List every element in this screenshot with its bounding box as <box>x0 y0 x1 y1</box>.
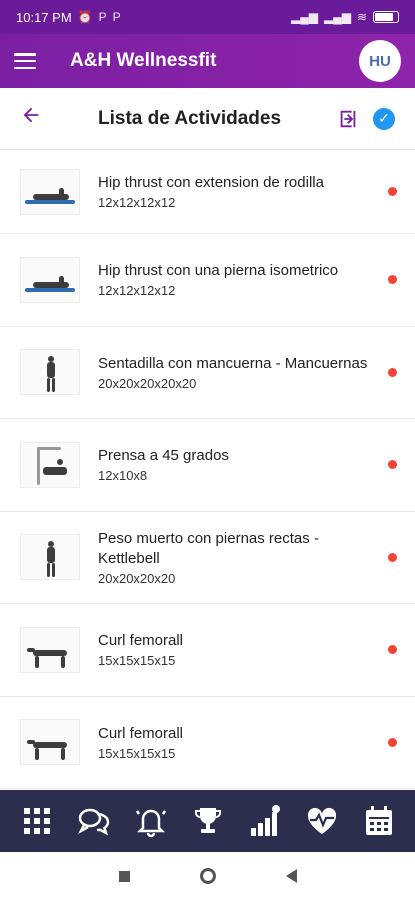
activity-reps: 20x20x20x20 <box>98 570 176 586</box>
calendar-icon[interactable] <box>359 801 399 841</box>
activity-name: Curl femorall <box>98 724 184 742</box>
figure-shape <box>57 458 63 465</box>
chat-icon[interactable] <box>74 801 114 841</box>
battery-level <box>375 13 393 21</box>
activity-name: Sentadilla con mancuerna - Mancuernas <box>98 354 368 372</box>
signal-icon: ▂▄▆ <box>291 10 318 24</box>
mat-shape <box>25 199 75 204</box>
figure-shape <box>61 655 65 668</box>
activity-text: Curl femorall 15x15x15x15 <box>98 631 395 668</box>
mat-shape <box>25 287 75 292</box>
activity-row[interactable]: Peso muerto con piernas rectas - Kettleb… <box>0 512 415 604</box>
activity-row[interactable]: Curl femorall 15x15x15x15 <box>0 604 415 697</box>
status-dot <box>388 367 397 377</box>
parking-icon: P <box>112 10 121 24</box>
activity-row[interactable]: Prensa a 45 grados 12x10x8 <box>0 419 415 512</box>
exit-icon[interactable] <box>337 108 359 130</box>
activity-name: Curl femorall <box>98 632 184 650</box>
bell-icon[interactable] <box>131 801 171 841</box>
trophy-icon[interactable] <box>188 801 228 841</box>
figure-shape <box>37 446 40 485</box>
figure-shape <box>43 466 67 475</box>
figure-shape <box>27 740 35 745</box>
activity-reps: 12x12x12x12 <box>98 283 176 299</box>
activity-name: Hip thrust con una pierna isometrico <box>98 262 339 280</box>
figure-shape <box>33 649 67 656</box>
back-arrow-icon[interactable] <box>20 104 44 133</box>
signal-icon: ▂▄▆ <box>323 10 351 24</box>
activity-list: Hip thrust con extension de rodilla 12x12… <box>0 150 415 790</box>
activity-row[interactable]: Hip thrust con extension de rodilla 12x12… <box>0 150 415 234</box>
figure-shape <box>47 362 55 379</box>
status-dot <box>388 552 397 562</box>
back-icon[interactable] <box>285 869 297 883</box>
menu-icon[interactable] <box>14 53 36 69</box>
exercise-thumbnail <box>20 626 80 673</box>
figure-shape <box>37 446 61 450</box>
battery-icon <box>373 11 399 23</box>
status-dot <box>388 645 397 655</box>
parking-icon: P <box>98 10 107 24</box>
activity-text: Hip thrust con extension de rodilla 12x12… <box>98 173 395 210</box>
activity-reps: 15x15x15x15 <box>98 653 176 669</box>
figure-shape <box>52 378 55 393</box>
activity-reps: 15x15x15x15 <box>98 745 176 761</box>
activity-text: Sentadilla con mancuerna - Mancuernas 20x… <box>98 354 395 391</box>
alarm-icon: ⏰ <box>77 10 93 24</box>
activity-text: Peso muerto con piernas rectas - Kettleb… <box>98 529 395 586</box>
grid-icon[interactable] <box>17 801 57 841</box>
exercise-thumbnail <box>20 168 80 215</box>
app-bar: A&H Wellnessfit HU <box>0 34 415 88</box>
figure-shape <box>35 655 39 668</box>
heart-rate-icon[interactable] <box>302 801 342 841</box>
check-circle-icon[interactable]: ✓ <box>373 107 395 130</box>
activity-reps: 20x20x20x20x20 <box>98 375 197 391</box>
exercise-thumbnail <box>20 534 80 581</box>
app-title: A&H Wellnessfit <box>70 50 217 71</box>
activity-row[interactable]: Curl femorall 15x15x15x15 <box>0 697 415 789</box>
system-nav-bar <box>0 852 415 900</box>
exercise-thumbnail <box>20 349 80 396</box>
figure-shape <box>59 187 64 198</box>
figure-shape <box>52 563 55 578</box>
figure-shape <box>27 647 35 652</box>
figure-shape <box>35 748 39 761</box>
status-dot <box>388 187 397 196</box>
figure-shape <box>47 547 55 564</box>
recents-icon[interactable] <box>118 870 130 882</box>
activity-reps: 12x12x12x12 <box>98 195 176 210</box>
activity-row[interactable]: Hip thrust con una pierna isometrico 12x1… <box>0 234 415 327</box>
figure-shape <box>47 378 50 393</box>
status-bar: 10:17 PM ⏰ P P ▂▄▆ ▂▄▆ ≋ <box>0 0 415 34</box>
activity-name: Peso muerto con piernas rectas - Kettleb… <box>98 529 319 567</box>
status-dot <box>388 275 397 285</box>
status-time: 10:17 PM <box>16 9 72 25</box>
status-dot <box>388 460 397 470</box>
exercise-thumbnail <box>20 719 80 766</box>
wifi-icon: ≋ <box>356 10 367 24</box>
avatar[interactable]: HU <box>359 40 401 82</box>
activity-name: Hip thrust con extension de rodilla <box>98 174 324 191</box>
status-dot <box>388 737 397 747</box>
home-icon[interactable] <box>199 868 216 884</box>
activity-reps: 12x10x8 <box>98 468 148 484</box>
activity-row[interactable]: Sentadilla con mancuerna - Mancuernas 20x… <box>0 327 415 419</box>
bottom-nav <box>0 790 415 852</box>
activity-text: Prensa a 45 grados 12x10x8 <box>98 446 395 483</box>
activity-name: Prensa a 45 grados <box>98 447 229 465</box>
exercise-thumbnail <box>20 441 80 488</box>
page-title: Lista de Actividades <box>98 107 282 129</box>
figure-shape <box>59 275 64 286</box>
activity-text: Curl femorall 15x15x15x15 <box>98 724 395 761</box>
figure-shape <box>47 563 50 578</box>
sub-header: Lista de Actividades ✓ <box>0 88 415 150</box>
activity-text: Hip thrust con una pierna isometrico 12x1… <box>98 261 395 298</box>
figure-shape <box>61 748 65 761</box>
exercise-thumbnail <box>20 256 80 303</box>
stats-icon[interactable] <box>245 801 285 841</box>
